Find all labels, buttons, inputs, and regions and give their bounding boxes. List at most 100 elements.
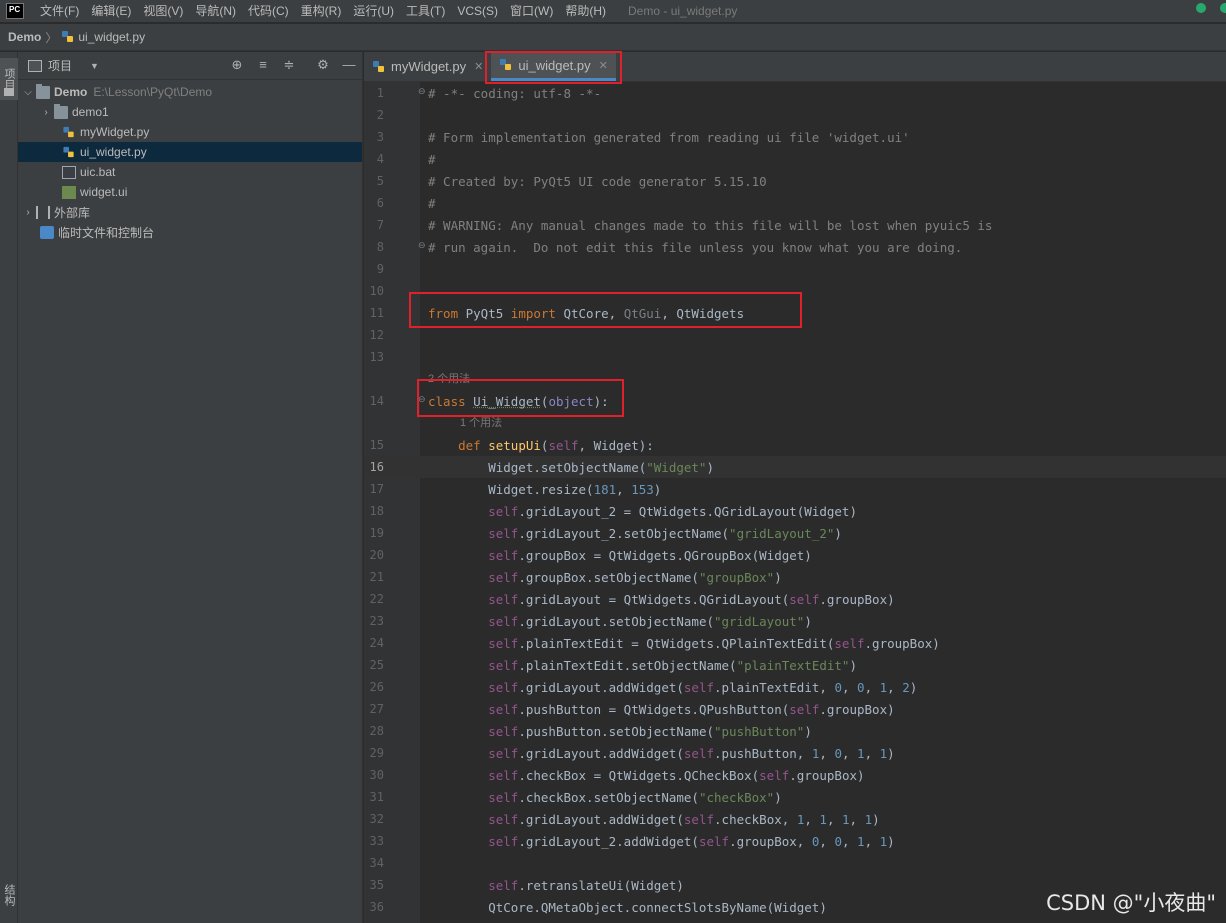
tree-item-uic-bat[interactable]: uic.bat <box>18 162 362 182</box>
tree-item-label: widget.ui <box>80 185 128 199</box>
project-panel: 项目 ▼ ⊕ ≡ ≑ ⚙ — ⌵ Demo E:\Lesson\PyQt\Dem… <box>18 52 363 923</box>
menu-file[interactable]: 文件(F) <box>34 0 85 22</box>
code-line-current: 16 Widget.setObjectName("Widget") <box>364 456 1226 478</box>
tree-item-scratches[interactable]: 临时文件和控制台 <box>18 222 362 242</box>
code-line: 8 # run again. Do not edit this file unle… <box>376 239 963 255</box>
code-line: 32 self.gridLayout.addWidget(self.checkB… <box>369 811 880 827</box>
tree-item-label: ui_widget.py <box>80 145 147 159</box>
folder-icon <box>54 103 68 119</box>
code-line: 19 self.gridLayout_2.setObjectName("grid… <box>369 525 842 541</box>
menu-edit[interactable]: 编辑(E) <box>85 0 137 22</box>
tree-item-label: myWidget.py <box>80 125 150 139</box>
ui-file-icon <box>62 185 76 199</box>
menu-tools[interactable]: 工具(T) <box>400 0 451 22</box>
tree-item-widget-ui[interactable]: widget.ui <box>18 182 362 202</box>
menu-code[interactable]: 代码(C) <box>242 0 295 22</box>
close-icon[interactable]: ✕ <box>474 60 483 73</box>
tree-item-label: uic.bat <box>80 165 116 179</box>
code-line: 29 self.gridLayout.addWidget(self.pushBu… <box>369 745 895 761</box>
chevron-right-icon[interactable]: › <box>40 107 52 118</box>
project-panel-title[interactable]: 项目 <box>48 57 72 74</box>
code-line: 7 # WARNING: Any manual changes made to t… <box>376 217 993 233</box>
code-area[interactable]: 1 # -*- coding: utf-8 -*- 2 3 # Form imple… <box>364 82 1226 923</box>
code-line: 3 # Form implementation generated from re… <box>376 129 910 145</box>
menu-navigate[interactable]: 导航(N) <box>189 0 242 22</box>
menu-help[interactable]: 帮助(H) <box>559 0 612 22</box>
window-title: Demo - ui_widget.py <box>628 4 738 18</box>
watermark: CSDN @"小夜曲" <box>1046 891 1216 915</box>
chevron-down-icon[interactable]: ▼ <box>90 61 99 71</box>
tree-item-label: Demo <box>54 85 88 99</box>
code-line: 25 self.plainTextEdit.setObjectName("pla… <box>369 657 857 673</box>
collapse-all-icon[interactable]: ≑ <box>282 58 296 72</box>
code-line: 2 <box>376 108 384 122</box>
expand-all-icon[interactable]: ≡ <box>256 58 270 72</box>
annotation-box-import <box>409 292 802 328</box>
code-line: 17 Widget.resize(181, 153) <box>369 481 662 497</box>
fold-icon[interactable]: ⊖ <box>418 240 426 251</box>
breadcrumb-root[interactable]: Demo <box>8 30 41 44</box>
code-line: 34 <box>369 856 384 870</box>
editor: myWidget.py ✕ ui_widget.py ✕ 1 # -*- codi… <box>364 52 1226 923</box>
project-panel-header: 项目 ▼ ⊕ ≡ ≑ ⚙ — <box>18 52 362 80</box>
code-line: 22 self.gridLayout = QtWidgets.QGridLayo… <box>369 591 895 607</box>
tree-item-demo1[interactable]: › demo1 <box>18 102 362 122</box>
tab-label: myWidget.py <box>391 59 467 74</box>
tree-item-ui-widget[interactable]: ui_widget.py <box>18 142 362 162</box>
folder-icon <box>4 88 14 96</box>
menu-bar: PC 文件(F) 编辑(E) 视图(V) 导航(N) 代码(C) 重构(R) 运… <box>0 0 1226 22</box>
status-indicator-icon[interactable] <box>1196 3 1206 13</box>
hide-panel-icon[interactable]: — <box>342 58 356 72</box>
code-line: 21 self.groupBox.setObjectName("groupBox… <box>369 569 782 585</box>
menu-window[interactable]: 窗口(W) <box>504 0 559 22</box>
bat-file-icon <box>62 165 76 179</box>
chevron-right-icon[interactable]: › <box>22 207 34 218</box>
menu-view[interactable]: 视图(V) <box>137 0 189 22</box>
tree-item-label: 外部库 <box>54 205 91 220</box>
code-line: 4 # <box>376 151 436 167</box>
chevron-down-icon[interactable]: ⌵ <box>22 87 34 98</box>
status-indicator-icon-2[interactable] <box>1220 3 1226 13</box>
code-line: 13 <box>369 350 384 364</box>
tree-item-external-libs[interactable]: › 外部库 <box>18 202 362 222</box>
annotation-box-class <box>417 379 624 417</box>
fold-icon[interactable]: ⊖ <box>418 86 426 97</box>
python-file-icon <box>62 31 74 42</box>
pycharm-logo-icon: PC <box>6 3 24 19</box>
locate-icon[interactable]: ⊕ <box>230 58 244 72</box>
tree-item-path: E:\Lesson\PyQt\Demo <box>93 85 213 99</box>
menu-vcs[interactable]: VCS(S) <box>451 0 504 22</box>
tree-item-label: 临时文件和控制台 <box>58 225 155 240</box>
code-line: 26 self.gridLayout.addWidget(self.plainT… <box>369 679 918 695</box>
code-line: 28 self.pushButton.setObjectName("pushBu… <box>369 723 812 739</box>
python-file-icon <box>373 60 384 72</box>
menu-refactor[interactable]: 重构(R) <box>295 0 348 22</box>
code-line: 33 self.gridLayout_2.addWidget(self.grou… <box>369 833 895 849</box>
breadcrumb-file[interactable]: ui_widget.py <box>78 30 145 44</box>
code-line: 18 self.gridLayout_2 = QtWidgets.QGridLa… <box>369 503 857 519</box>
tree-item-label: demo1 <box>72 105 109 119</box>
annotation-box-tab <box>485 51 622 84</box>
gear-icon[interactable]: ⚙ <box>316 58 330 72</box>
code-line: 5 # Created by: PyQt5 UI code generator 5… <box>376 173 767 189</box>
code-line: 1 # -*- coding: utf-8 -*- <box>376 85 602 101</box>
project-tree: ⌵ Demo E:\Lesson\PyQt\Demo › demo1 myWid… <box>18 80 362 242</box>
code-line: 30 self.checkBox = QtWidgets.QCheckBox(s… <box>369 767 865 783</box>
breadcrumb: Demo 〉 ui_widget.py <box>0 24 1226 51</box>
tab-mywidget[interactable]: myWidget.py ✕ <box>364 52 491 81</box>
library-icon <box>36 205 50 219</box>
code-line: 31 self.checkBox.setObjectName("checkBox… <box>369 789 782 805</box>
structure-tool-button[interactable]: 结构 <box>0 875 18 915</box>
code-line: 9 <box>376 262 384 276</box>
folder-icon <box>36 83 50 99</box>
code-line: 20 self.groupBox = QtWidgets.QGroupBox(W… <box>369 547 812 563</box>
code-line: 6 # <box>376 195 436 211</box>
menu-run[interactable]: 运行(U) <box>347 0 400 22</box>
tree-item-demo[interactable]: ⌵ Demo E:\Lesson\PyQt\Demo <box>18 82 362 102</box>
tree-item-mywidget[interactable]: myWidget.py <box>18 122 362 142</box>
code-line: 23 self.gridLayout.setObjectName("gridLa… <box>369 613 812 629</box>
code-line: 24 self.plainTextEdit = QtWidgets.QPlain… <box>369 635 940 651</box>
scratches-icon <box>40 225 54 239</box>
code-line: 15 def setupUi(self, Widget): <box>369 437 654 453</box>
python-file-icon <box>63 126 74 137</box>
